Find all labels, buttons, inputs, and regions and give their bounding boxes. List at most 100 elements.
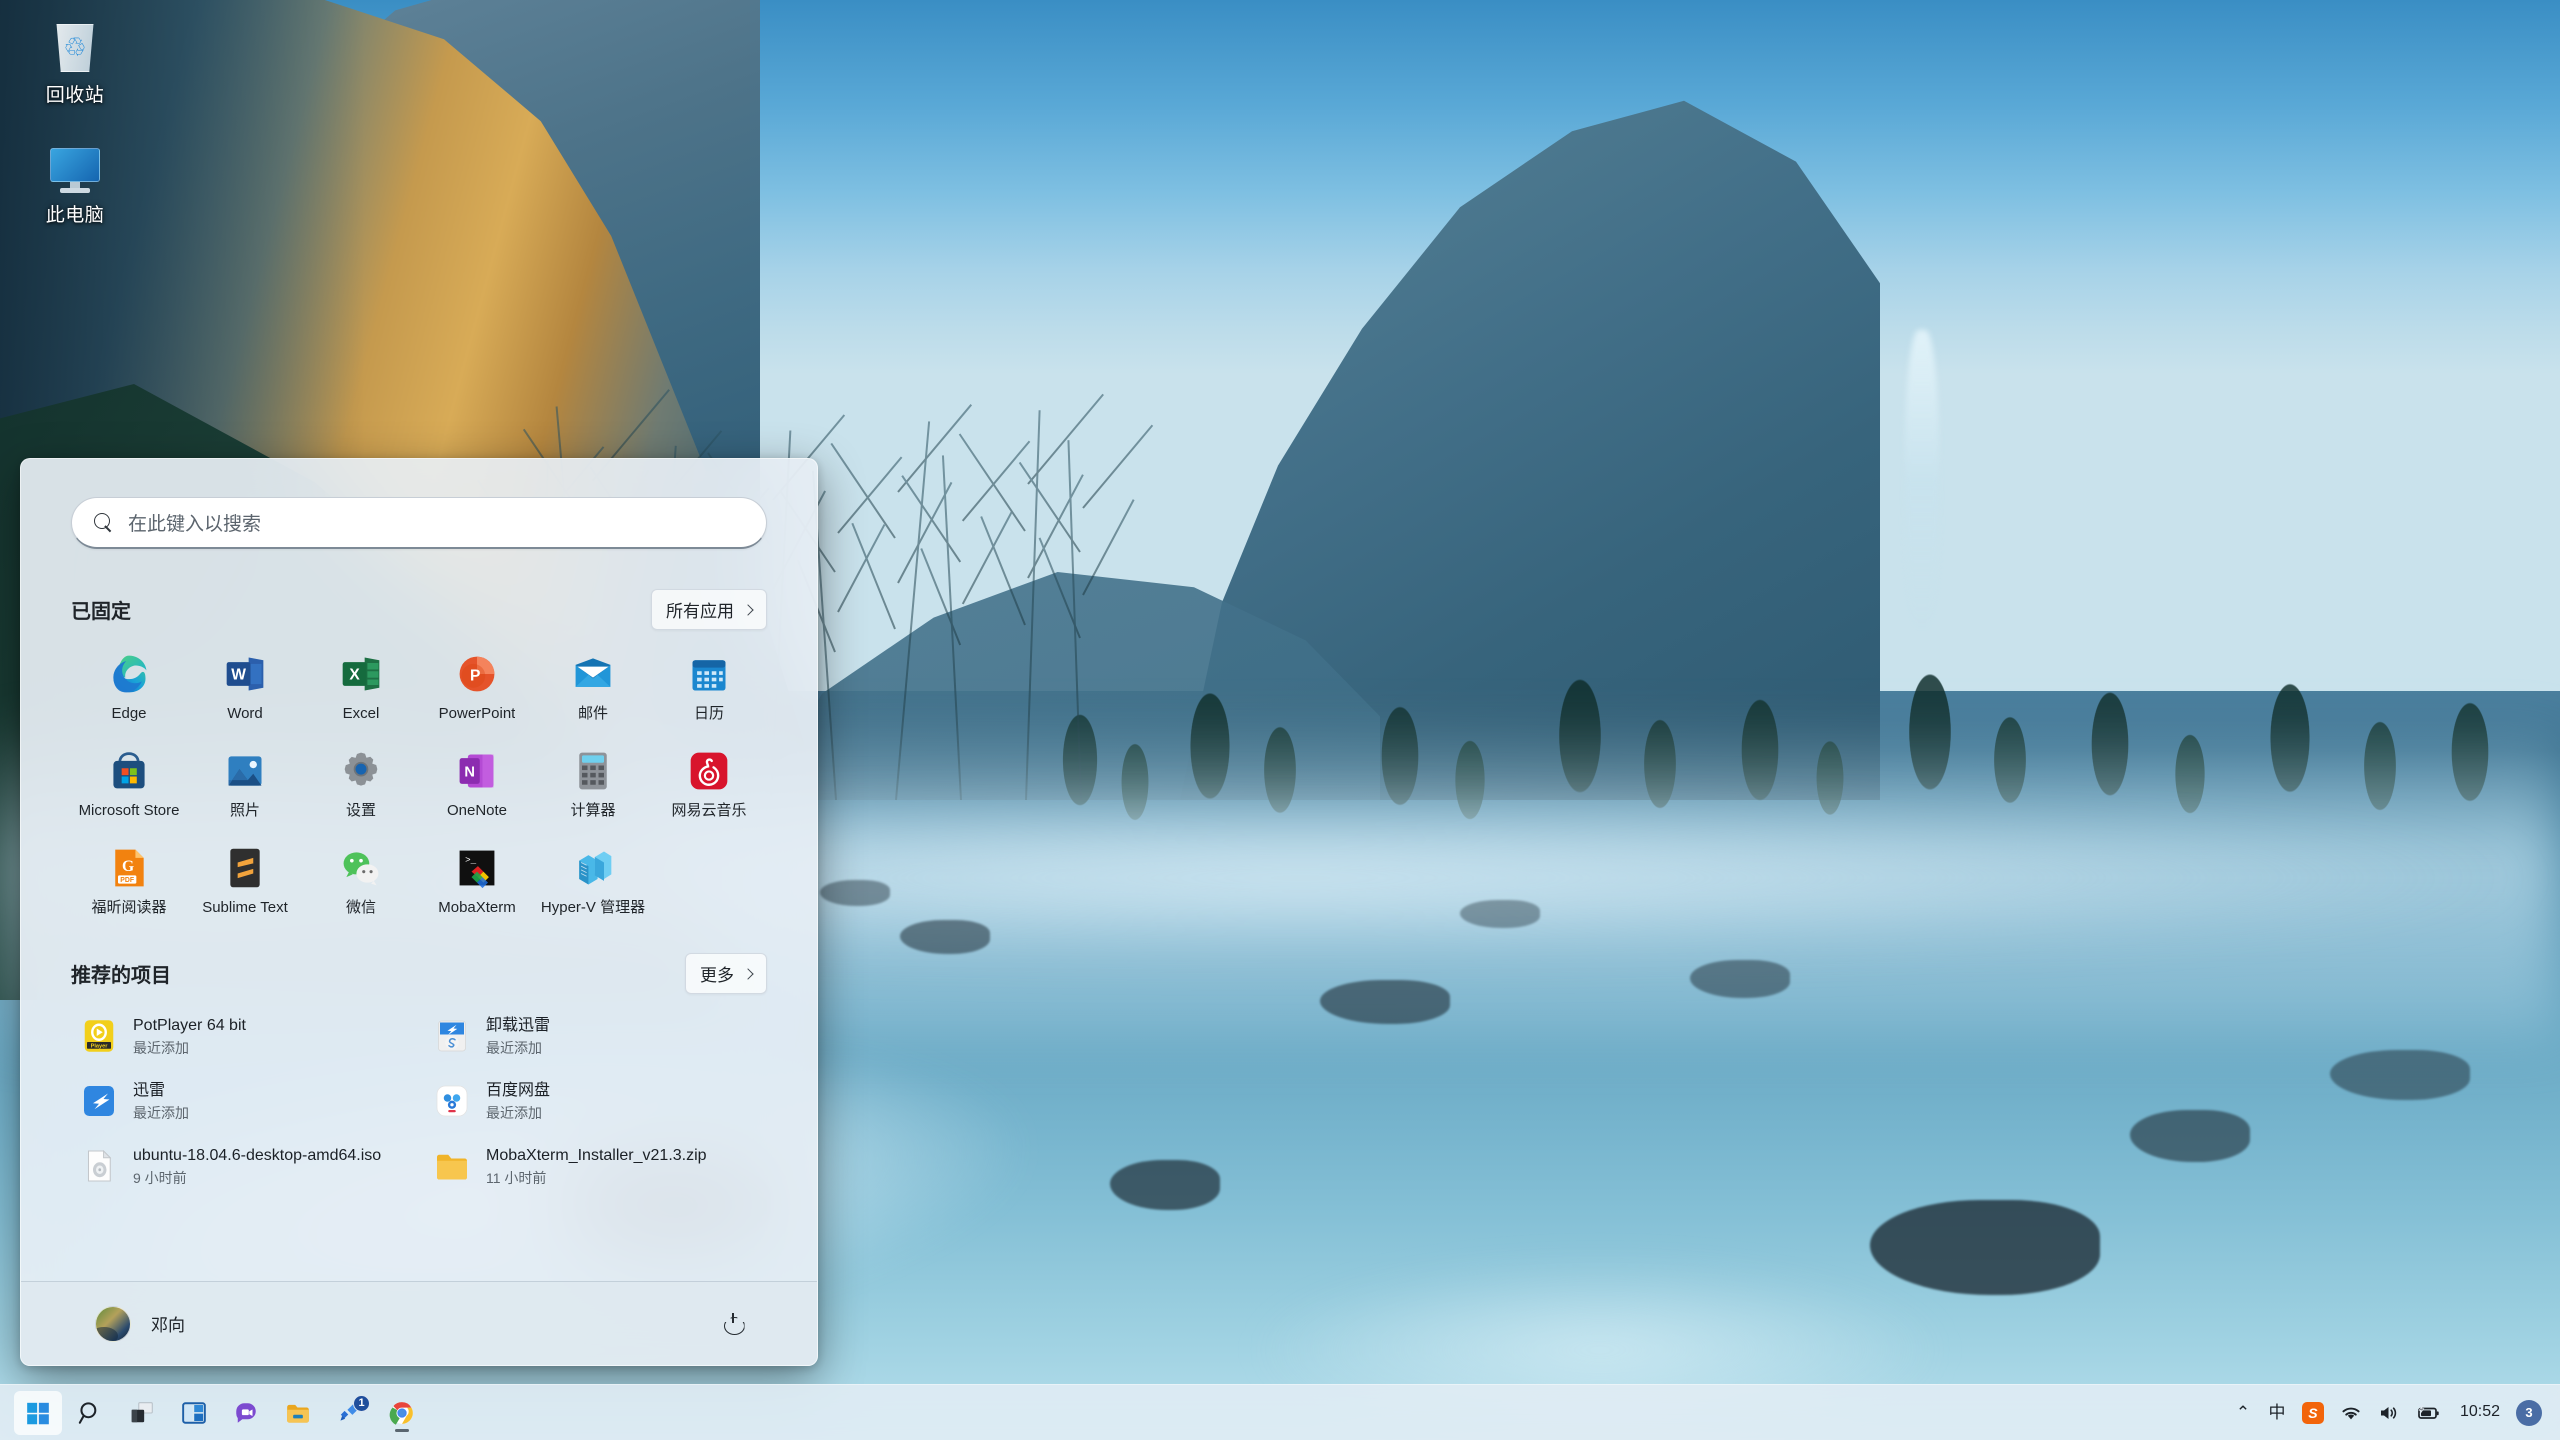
wallpaper-rock [1690,960,1790,998]
svg-text:>_: >_ [465,855,476,866]
recycle-bin-icon: ♲ [44,16,106,78]
recommended-item-meta: 最近添加 [133,1039,246,1057]
desktop[interactable]: ♲ 回收站 此电脑 在此键入以搜索 已固定 所有应用 [0,0,2560,1440]
start-search-box[interactable]: 在此键入以搜索 [71,497,767,549]
pinned-app-calendar[interactable]: 日历 [651,640,767,733]
folder-icon [285,1400,311,1426]
taskbar-buttons: 1 [14,1391,426,1435]
pinned-app-label: 网易云音乐 [671,802,746,820]
wallpaper-rock [2330,1050,2470,1100]
sogou-icon: S [2302,1402,2324,1424]
system-tray: ⌃ 中 S [2226,1385,2560,1440]
pinned-app-word[interactable]: W Word [187,640,303,733]
zip-folder-icon [434,1148,470,1184]
pinned-app-edge[interactable]: Edge [71,640,187,733]
svg-text:W: W [231,667,246,684]
user-account-button[interactable]: 邓向 [85,1300,195,1348]
recommended-item[interactable]: 百度网盘最近添加 [424,1071,767,1132]
pinned-app-label: PowerPoint [439,705,516,723]
pinned-title: 已固定 [71,595,131,624]
powerpoint-icon: P [455,652,499,696]
pinned-app-microsoft-store[interactable]: Microsoft Store [71,737,187,830]
pinned-app-foxit-reader[interactable]: G PDF福昕阅读器 [71,834,187,927]
start-menu-footer: 邓向 [21,1281,817,1365]
all-apps-button[interactable]: 所有应用 [651,589,767,630]
pinned-app-netease-music[interactable]: 网易云音乐 [651,737,767,830]
recommended-item[interactable]: MobaXterm_Installer_v21.3.zip11 小时前 [424,1136,767,1197]
chat-button[interactable] [222,1391,270,1435]
ime-indicator-button[interactable]: 中 [2260,1391,2294,1435]
recommended-item-name: ubuntu-18.04.6-desktop-amd64.iso [133,1146,381,1167]
settings-icon [339,749,383,793]
recommended-item[interactable]: PlayerPotPlayer 64 bit最近添加 [71,1006,414,1067]
pinned-app-label: Word [227,705,263,723]
search-button[interactable] [66,1391,114,1435]
recommended-item-name: PotPlayer 64 bit [133,1016,246,1037]
ime-chinese-icon: 中 [2268,1404,2285,1421]
battery-button[interactable] [2408,1391,2450,1435]
chrome-icon [389,1400,415,1426]
pinned-app-mail[interactable]: 邮件 [535,640,651,733]
wallpaper-tree-branch [901,476,961,563]
power-button[interactable] [713,1304,753,1344]
wallpaper-tree-branch [959,433,1026,531]
svg-text:P: P [470,667,480,684]
recommended-item[interactable]: ubuntu-18.04.6-desktop-amd64.iso9 小时前 [71,1136,414,1197]
volume-button[interactable] [2370,1391,2408,1435]
desktop-icon-this-pc[interactable]: 此电脑 [10,128,140,234]
task-view-button[interactable] [118,1391,166,1435]
recommended-item[interactable]: 迅雷最近添加 [71,1071,414,1132]
start-button[interactable] [14,1391,62,1435]
desktop-icon-label: 此电脑 [46,204,105,228]
thunder-uninstall-icon [434,1018,470,1054]
pinned-app-label: 福昕阅读器 [91,899,166,917]
taskbar[interactable]: 1 ⌃ 中 S [0,1384,2560,1440]
desktop-icon-recycle-bin[interactable]: ♲ 回收站 [10,8,140,114]
search-placeholder: 在此键入以搜索 [128,509,261,536]
recommended-item[interactable]: 卸载迅雷最近添加 [424,1006,767,1067]
pinned-app-photos[interactable]: 照片 [187,737,303,830]
pinned-app-sublime-text[interactable]: Sublime Text [187,834,303,927]
recommended-item-meta: 11 小时前 [486,1169,707,1187]
recommended-items-grid: PlayerPotPlayer 64 bit最近添加 卸载迅雷最近添加 迅雷最近… [71,1006,767,1197]
task-view-icon [129,1400,155,1426]
pinned-app-label: Edge [111,705,146,723]
wallpaper-tree-branch [1082,499,1134,595]
recommended-section-header: 推荐的项目 更多 [71,953,767,994]
widgets-icon [181,1400,207,1426]
more-button[interactable]: 更多 [685,953,767,994]
pinned-app-label: OneNote [447,802,507,820]
start-menu[interactable]: 在此键入以搜索 已固定 所有应用 Edge W Word [20,458,818,1366]
pinned-app-powerpoint[interactable]: P PowerPoint [419,640,535,733]
user-name: 邓向 [151,1311,185,1336]
clock-button[interactable]: 10:52 [2450,1391,2510,1435]
pinned-app-onenote[interactable]: NOneNote [419,737,535,830]
pinned-app-mobaxterm[interactable]: >_ MobaXterm [419,834,535,927]
search-icon [94,513,114,533]
wallpaper-rock [1460,900,1540,928]
pinned-app-label: 日历 [694,705,724,723]
sublime-text-icon [223,846,267,890]
chevron-right-icon [742,968,753,979]
mobaxterm-icon: >_ [455,846,499,890]
todo-button[interactable]: 1 [326,1391,374,1435]
running-indicator [395,1429,409,1432]
sogou-ime-button[interactable]: S [2294,1391,2332,1435]
file-explorer-button[interactable] [274,1391,322,1435]
chrome-button[interactable] [378,1391,426,1435]
notification-badge[interactable]: 3 [2516,1400,2542,1426]
pinned-app-wechat[interactable]: 微信 [303,834,419,927]
battery-charging-icon [2416,1404,2442,1422]
pinned-app-label: 微信 [346,899,376,917]
iso-file-icon [81,1148,117,1184]
pinned-app-excel[interactable]: X Excel [303,640,419,733]
pinned-app-label: 照片 [230,802,260,820]
calendar-icon [687,652,731,696]
pinned-app-calculator[interactable]: 计算器 [535,737,651,830]
svg-text:X: X [349,667,360,684]
pinned-app-hyperv-manager[interactable]: Hyper-V 管理器 [535,834,651,927]
tray-overflow-button[interactable]: ⌃ [2226,1391,2260,1435]
wifi-button[interactable] [2332,1391,2370,1435]
widgets-button[interactable] [170,1391,218,1435]
pinned-app-settings[interactable]: 设置 [303,737,419,830]
